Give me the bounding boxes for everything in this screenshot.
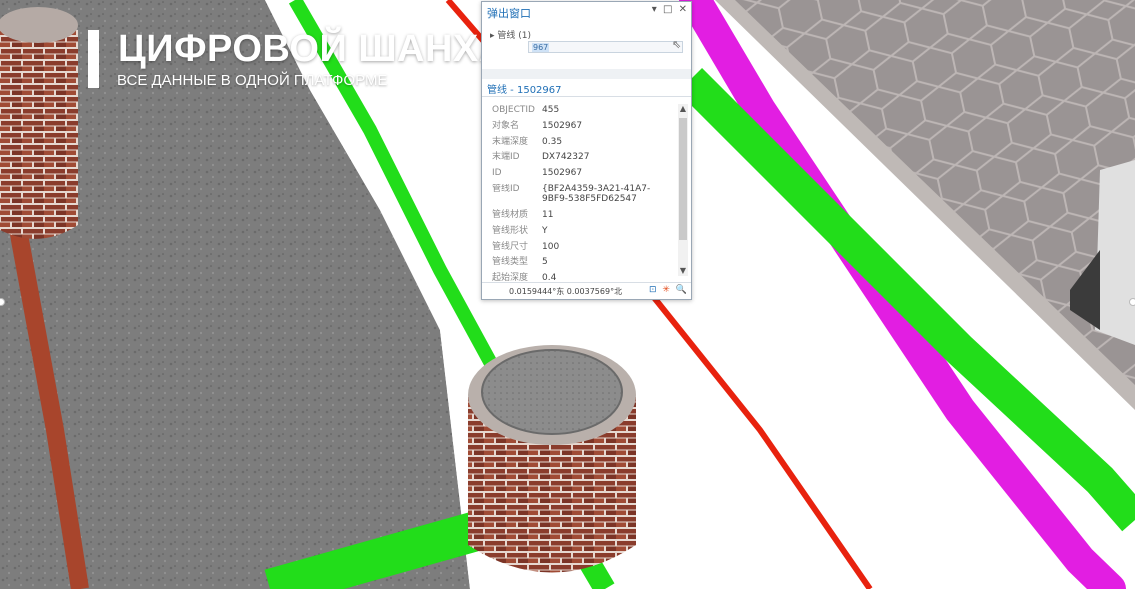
- flash-icon[interactable]: ✳: [662, 285, 670, 295]
- attribute-row: 末端ID DX742327: [492, 152, 590, 163]
- feature-search-input[interactable]: 967: [528, 41, 683, 53]
- attribute-row: 对象名 1502967: [492, 120, 583, 131]
- popup-footer: 0.0159444°东 0.0037569°北 ⊡ ✳ 🔍: [482, 282, 691, 299]
- brick-column: [0, 7, 78, 239]
- attribute-row: 管线形状 Y: [492, 225, 548, 236]
- attribute-row: 管线尺寸 100: [492, 241, 560, 252]
- popup-divider: [482, 96, 691, 97]
- scroll-thumb[interactable]: [679, 118, 687, 240]
- search-selection: 967: [532, 43, 550, 52]
- attribute-row: ID 1502967: [492, 168, 583, 179]
- popup-window-controls: ▾ □ ✕: [649, 4, 687, 15]
- right-edge-handle[interactable]: [1129, 298, 1135, 306]
- brand-subtitle: ВСЕ ДАННЫЕ В ОДНОЙ ПЛАТФОРМЕ: [117, 72, 388, 89]
- popup-window[interactable]: 弹出窗口 ▾ □ ✕ ▸ 管线 (1) 967 ⇖ 管线 - 1502967 O…: [481, 1, 692, 300]
- attribute-table: OBJECTID 455 对象名 1502967 末端深度 0.35 末端ID DX74…: [492, 103, 672, 287]
- feature-title-link[interactable]: 管线 - 1502967: [487, 81, 562, 96]
- attribute-row: 管线ID {BF2A4359-3A21-41A7-9BF9-538F5FD6254…: [492, 183, 651, 204]
- brand-title: ЦИФРОВОЙ ШАНХАЙ: [118, 28, 535, 70]
- scroll-up-icon[interactable]: ▲: [678, 104, 688, 114]
- zoom-to-icon[interactable]: ⊡: [649, 285, 657, 295]
- coordinates-readout: 0.0159444°东 0.0037569°北: [509, 287, 623, 296]
- attribute-row: 末端深度 0.35: [492, 136, 563, 147]
- popup-title: 弹出窗口: [487, 7, 531, 20]
- scroll-down-icon[interactable]: ▼: [678, 266, 688, 276]
- footer-icons: ⊡ ✳ 🔍: [646, 285, 687, 295]
- attribute-row: 管线类型 5: [492, 257, 548, 268]
- popup-scrollbar[interactable]: ▲ ▼: [678, 104, 688, 276]
- popup-separator: [482, 69, 691, 79]
- restore-icon[interactable]: □: [663, 4, 672, 15]
- dropdown-icon[interactable]: ▾: [652, 4, 657, 15]
- popup-header[interactable]: 弹出窗口 ▾ □ ✕: [482, 2, 691, 22]
- manhole-well[interactable]: [468, 345, 636, 573]
- attribute-row: OBJECTID 455: [492, 105, 560, 115]
- mouse-cursor-icon: ⇖: [672, 38, 682, 51]
- search-icon[interactable]: 🔍: [676, 285, 687, 295]
- layer-label[interactable]: ▸ 管线 (1): [490, 28, 531, 41]
- layer-row[interactable]: ▸ 管线 (1) 967: [486, 24, 687, 56]
- brand-accent-bar: [88, 30, 99, 88]
- close-icon[interactable]: ✕: [679, 4, 687, 15]
- attribute-row: 管线材质 11: [492, 209, 554, 220]
